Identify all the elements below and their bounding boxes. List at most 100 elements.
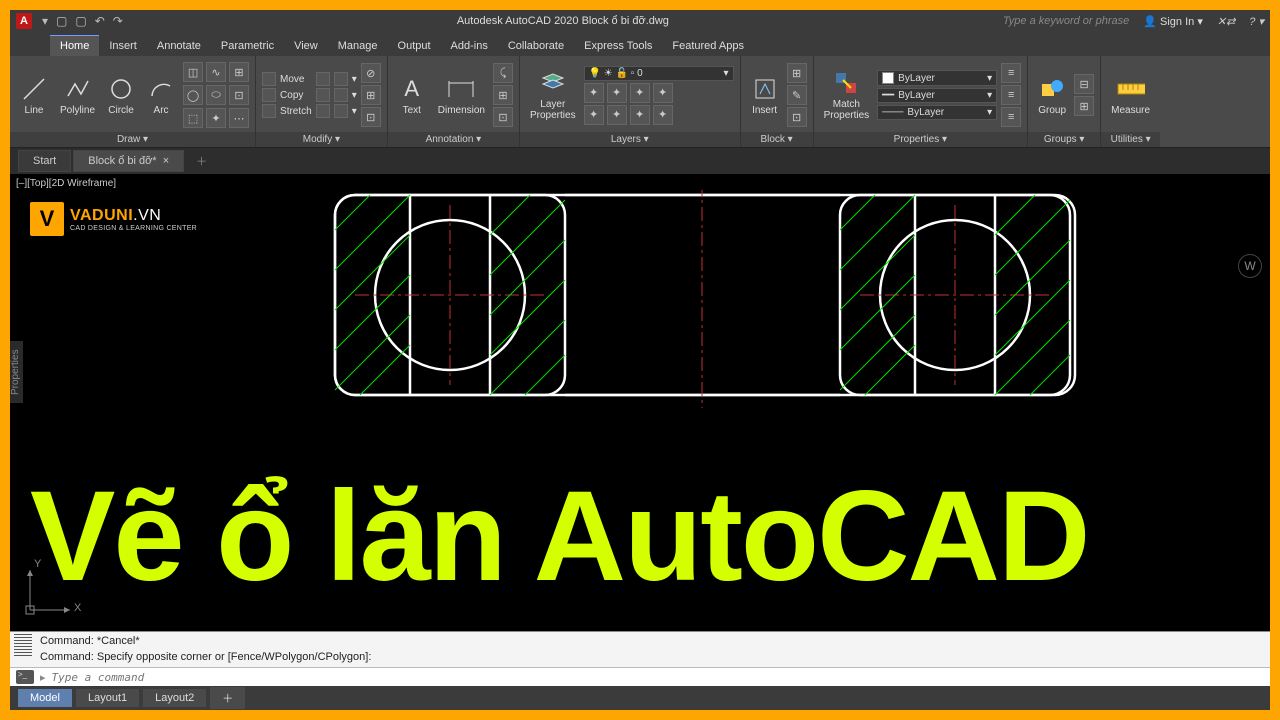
prop-tool-icon[interactable]: ≡ [1001,63,1021,83]
search-placeholder[interactable]: Type a keyword or phrase [1003,15,1129,27]
leader-icon[interactable]: ⤹ [493,63,513,83]
draw-tool-icon[interactable]: ⬚ [183,108,203,128]
draw-tool-icon[interactable]: ⊞ [229,62,249,82]
annot-icon[interactable]: ⊡ [493,107,513,127]
layer-properties-button[interactable]: Layer Properties [526,67,580,123]
lineweight-dropdown[interactable]: ━━ ByLayer▾ [877,88,997,103]
command-prompt-icon[interactable] [16,670,34,684]
rotate-button[interactable] [316,72,330,86]
draw-flyout-grid[interactable]: ◫∿⊞ ◯⬭⊡ ⬚✦⋯ [183,62,249,128]
qat-open-icon[interactable]: ▢ [56,14,67,28]
stretch-button[interactable]: Stretch [262,104,312,118]
table-icon[interactable]: ⊞ [493,85,513,105]
arc-button[interactable]: Arc [143,73,179,118]
ungroup-icon[interactable]: ⊟ [1074,74,1094,94]
command-input[interactable] [52,671,1264,684]
linetype-dropdown[interactable]: ─── ByLayer▾ [877,105,997,120]
create-block-icon[interactable]: ⊞ [787,63,807,83]
tab-addins[interactable]: Add-ins [441,36,498,56]
group-button[interactable]: Group [1034,73,1070,118]
panel-title-modify[interactable]: Modify ▾ [256,132,387,147]
layer-tool-icon[interactable]: ✦ [630,83,650,103]
panel-title-block[interactable]: Block ▾ [741,132,813,147]
help-icon[interactable]: ? ▾ [1249,15,1264,28]
polyline-button[interactable]: Polyline [56,73,99,118]
view-label[interactable]: [–][Top][2D Wireframe] [16,178,116,189]
modify-tool-icon[interactable]: ⊞ [361,85,381,105]
match-properties-button[interactable]: Match Properties [820,67,874,123]
panel-title-utilities[interactable]: Utilities ▾ [1101,132,1160,147]
attr-block-icon[interactable]: ⊡ [787,107,807,127]
layer-tool-icon[interactable]: ✦ [653,105,673,125]
layer-dropdown[interactable]: 💡 ☀ 🔓 ▫ 0 ▾ [584,66,734,81]
scale-button[interactable] [316,104,330,118]
layout2-tab[interactable]: Layout2 [143,689,206,707]
tab-insert[interactable]: Insert [99,36,147,56]
panel-title-properties[interactable]: Properties ▾ [814,132,1028,147]
layout1-tab[interactable]: Layout1 [76,689,139,707]
insert-block-button[interactable]: Insert [747,73,783,118]
draw-tool-icon[interactable]: ◯ [183,85,203,105]
add-layout-button[interactable]: ＋ [210,687,245,709]
circle-button[interactable]: Circle [103,73,139,118]
prop-tool-icon[interactable]: ≡ [1001,107,1021,127]
ucs-x-label: X [74,602,81,614]
qat-menu-icon[interactable]: ▾ [42,14,48,28]
layer-tool-icon[interactable]: ✦ [630,105,650,125]
tab-express[interactable]: Express Tools [574,36,662,56]
tab-view[interactable]: View [284,36,328,56]
fillet-button[interactable]: ▾ [334,88,357,102]
modify-tool-icon[interactable]: ⊘ [361,63,381,83]
exchange-icon[interactable]: ✕⇄ [1217,15,1235,28]
edit-block-icon[interactable]: ✎ [787,85,807,105]
file-tab-start[interactable]: Start [18,150,71,172]
layer-tool-icon[interactable]: ✦ [653,83,673,103]
draw-tool-icon[interactable]: ∿ [206,62,226,82]
array-button[interactable]: ▾ [334,104,357,118]
text-button[interactable]: AText [394,73,430,118]
tab-parametric[interactable]: Parametric [211,36,284,56]
layer-tool-icon[interactable]: ✦ [607,83,627,103]
layer-tool-icon[interactable]: ✦ [584,83,604,103]
tab-collaborate[interactable]: Collaborate [498,36,574,56]
draw-tool-icon[interactable]: ⬭ [206,85,226,105]
draw-tool-icon[interactable]: ◫ [183,62,203,82]
mirror-button[interactable] [316,88,330,102]
file-tab-current[interactable]: Block ổ bi đỡ* × [73,150,184,172]
draw-tool-icon[interactable]: ✦ [206,108,226,128]
properties-palette-tab[interactable]: Properties [10,341,23,403]
command-grip-icon[interactable] [14,634,32,656]
line-button[interactable]: Line [16,73,52,118]
dimension-button[interactable]: Dimension [434,73,489,118]
layer-tool-icon[interactable]: ✦ [607,105,627,125]
sign-in-button[interactable]: 👤 Sign In ▾ [1143,15,1203,28]
layer-tool-icon[interactable]: ✦ [584,105,604,125]
tab-home[interactable]: Home [50,35,99,56]
tab-featured[interactable]: Featured Apps [662,36,754,56]
new-tab-button[interactable]: ＋ [186,149,217,173]
qat-undo-icon[interactable]: ↶ [95,14,105,28]
panel-title-draw[interactable]: Draw ▾ [10,132,255,147]
draw-tool-icon[interactable]: ⊡ [229,85,249,105]
panel-title-groups[interactable]: Groups ▾ [1028,132,1100,147]
tab-manage[interactable]: Manage [328,36,388,56]
qat-save-icon[interactable]: ▢ [75,14,86,28]
modify-tool-icon[interactable]: ⊡ [361,107,381,127]
viewcube-west[interactable]: W [1238,254,1262,278]
panel-title-annotation[interactable]: Annotation ▾ [388,132,519,147]
model-tab[interactable]: Model [18,689,72,707]
draw-tool-icon[interactable]: ⋯ [229,108,249,128]
tab-output[interactable]: Output [388,36,441,56]
qat-redo-icon[interactable]: ↷ [113,14,123,28]
move-button[interactable]: Move [262,72,312,86]
group-edit-icon[interactable]: ⊞ [1074,96,1094,116]
color-dropdown[interactable]: ByLayer▾ [877,70,997,86]
drawing-canvas[interactable]: [–][Top][2D Wireframe] Properties V VADU… [10,174,1270,631]
prop-tool-icon[interactable]: ≡ [1001,85,1021,105]
quick-access-toolbar[interactable]: ▾ ▢ ▢ ↶ ↷ [42,14,123,28]
panel-title-layers[interactable]: Layers ▾ [520,132,740,147]
measure-button[interactable]: Measure [1107,73,1154,118]
tab-annotate[interactable]: Annotate [147,36,211,56]
trim-button[interactable]: ▾ [334,72,357,86]
copy-button[interactable]: Copy [262,88,312,102]
